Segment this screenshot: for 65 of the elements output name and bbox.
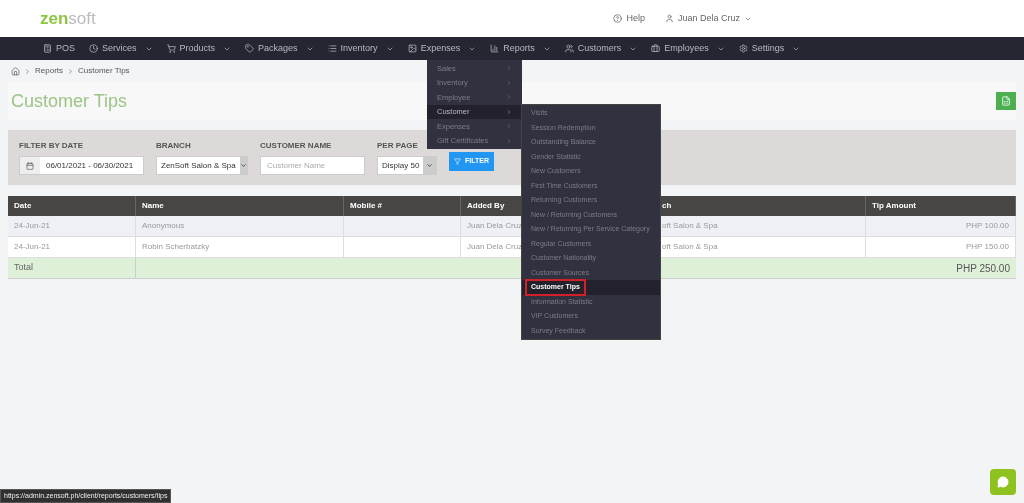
nav-item[interactable]: Products [159, 37, 239, 60]
column-header: Mobile # [350, 200, 382, 212]
caret-icon [239, 162, 247, 169]
total-value: PHP 250.00 [956, 261, 1010, 276]
nav-item[interactable]: Settings [731, 37, 808, 60]
per-page-select[interactable]: Display 50 [377, 156, 437, 175]
nav-item[interactable]: Reports [483, 37, 558, 60]
breadcrumb-link[interactable]: Customer Tips [78, 65, 130, 77]
user-menu[interactable]: Juan Dela Cruz [664, 11, 752, 26]
column-header: Date [14, 200, 32, 212]
table-cell: 24-Jun-21 [14, 241, 51, 253]
total-label: Total [14, 261, 33, 275]
page-title: Customer Tips [11, 89, 128, 113]
nav-item[interactable]: POS [36, 37, 82, 60]
nav-item[interactable]: Packages [238, 37, 321, 60]
chevron-icon [67, 67, 74, 75]
customer-name-field[interactable]: Customer Name [260, 156, 365, 175]
export-button[interactable] [996, 92, 1016, 110]
column-header: Name [142, 200, 164, 212]
table-cell: Anonymous [142, 220, 185, 232]
calendar-icon [26, 161, 34, 170]
image-icon [407, 44, 417, 53]
nav-item[interactable]: Customers [557, 37, 645, 60]
nav-item[interactable]: Inventory [320, 37, 401, 60]
column-header: Tip Amount [872, 200, 916, 212]
table-cell: Juan Dela Cruz [467, 241, 523, 253]
caret-icon [426, 162, 434, 169]
table-cell: PHP 100.00 [966, 220, 1009, 232]
home-icon[interactable] [11, 66, 20, 76]
logo: zensoft [40, 10, 96, 27]
clock-icon [89, 44, 98, 53]
branch-select[interactable]: ZenSoft Salon & Spa [156, 156, 248, 175]
field-label: FILTER BY DATE [19, 140, 84, 152]
field-label: BRANCH [156, 140, 192, 152]
list-icon [327, 44, 337, 53]
chevron-icon [24, 67, 31, 75]
column-header: Added By [467, 200, 505, 212]
cart-icon [166, 44, 176, 53]
briefcase-icon [651, 44, 661, 53]
chat-icon [997, 476, 1009, 488]
spreadsheet-icon [1001, 96, 1011, 106]
help-link[interactable]: Help [613, 11, 645, 26]
date-field[interactable]: 06/01/2021 - 06/30/2021 [19, 156, 144, 175]
nav-item[interactable]: Employees [644, 37, 732, 60]
nav-item[interactable]: Expenses [400, 37, 484, 60]
field-label: CUSTOMER NAME [260, 140, 333, 152]
breadcrumb-link[interactable]: Reports [35, 65, 63, 77]
tag-icon [245, 44, 255, 53]
filter-icon [454, 158, 461, 165]
table-cell: 24-Jun-21 [14, 220, 51, 232]
help-icon [613, 14, 623, 23]
table-cell: Robin Scherbatzky [142, 241, 210, 253]
users-icon [564, 44, 574, 53]
field-label: PER PAGE [377, 140, 418, 152]
column-header: ch [662, 200, 672, 212]
table-cell: oft Salon & Spa [662, 220, 718, 232]
table-cell: oft Salon & Spa [662, 241, 718, 253]
table-cell: PHP 150.00 [966, 241, 1009, 253]
user-icon [664, 14, 674, 23]
nav-item[interactable]: Services [82, 37, 160, 60]
settings-icon [738, 44, 748, 53]
bar-chart-icon [490, 44, 500, 53]
chat-button[interactable] [990, 469, 1016, 495]
calculator-icon [43, 44, 52, 53]
table-cell: Juan Dela Cruz [467, 220, 523, 232]
